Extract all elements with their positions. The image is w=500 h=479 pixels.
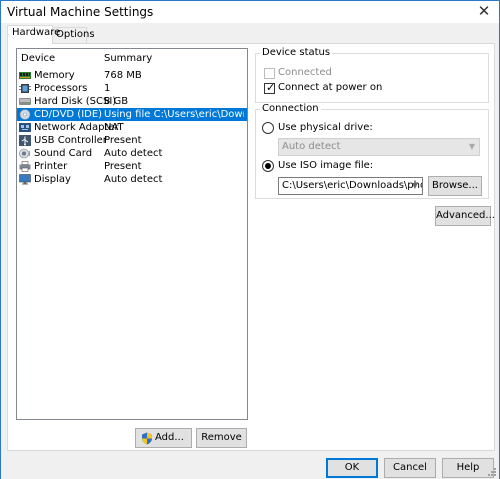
device-name: Memory bbox=[34, 70, 75, 81]
device-name: USB Controller bbox=[34, 135, 107, 146]
processor-icon bbox=[19, 84, 31, 93]
device-status-title: Device status bbox=[260, 47, 333, 58]
device-summary: Present bbox=[104, 135, 142, 146]
connected-label: Connected bbox=[278, 67, 332, 78]
device-summary: Auto detect bbox=[104, 174, 163, 185]
use-iso-image-radio[interactable] bbox=[262, 160, 274, 172]
add-button[interactable]: Add... bbox=[135, 428, 192, 448]
device-list[interactable]: Device Summary Memory 768 MB Processors … bbox=[16, 48, 248, 420]
dialog-footer: OK Cancel Help bbox=[1, 451, 499, 479]
memory-icon bbox=[19, 72, 31, 79]
display-icon bbox=[19, 174, 31, 185]
network-adapter-icon bbox=[19, 123, 31, 132]
close-icon[interactable]: ✕ bbox=[469, 1, 499, 23]
advanced-button[interactable]: Advanced... bbox=[435, 206, 495, 226]
device-name: Printer bbox=[34, 161, 68, 172]
checkmark-icon: ✓ bbox=[266, 81, 276, 94]
chevron-down-icon: ▼ bbox=[468, 142, 475, 151]
tab-hardware[interactable]: Hardware bbox=[7, 25, 60, 44]
device-name: Display bbox=[34, 174, 71, 185]
hardware-panel: Device Summary Memory 768 MB Processors … bbox=[7, 43, 495, 451]
device-row-processors[interactable]: Processors 1 bbox=[17, 82, 247, 95]
hard-disk-icon bbox=[19, 98, 31, 105]
device-column-header[interactable]: Device bbox=[21, 53, 55, 64]
use-iso-image-label: Use ISO image file: bbox=[278, 160, 374, 171]
device-row-printer[interactable]: Printer Present bbox=[17, 160, 247, 173]
summary-column-header[interactable]: Summary bbox=[104, 53, 152, 64]
connect-at-power-on-checkbox[interactable]: ✓ bbox=[264, 81, 276, 94]
connect-at-power-on-label: Connect at power on bbox=[278, 82, 383, 93]
connected-checkbox[interactable] bbox=[264, 68, 275, 79]
device-summary: NAT bbox=[104, 122, 124, 133]
cd-dvd-icon bbox=[19, 109, 31, 120]
device-summary: Present bbox=[104, 161, 142, 172]
connection-title: Connection bbox=[260, 103, 321, 114]
window-title: Virtual Machine Settings bbox=[7, 5, 154, 19]
radio-selected-dot bbox=[265, 163, 271, 169]
printer-icon bbox=[19, 161, 31, 172]
device-summary: Using file C:\Users\eric\Downloads\p... bbox=[104, 109, 244, 120]
iso-path-combo[interactable]: C:\Users\eric\Downloads\photon-2. ▼ bbox=[278, 177, 423, 195]
title-bar[interactable]: Virtual Machine Settings ✕ bbox=[1, 1, 499, 23]
resize-grip-icon[interactable] bbox=[487, 467, 497, 477]
device-row-display[interactable]: Display Auto detect bbox=[17, 173, 247, 186]
device-list-header: Device Summary bbox=[17, 49, 247, 67]
ok-button[interactable]: OK bbox=[326, 458, 378, 478]
device-row-sound-card[interactable]: Sound Card Auto detect bbox=[17, 147, 247, 160]
device-summary: Auto detect bbox=[104, 148, 163, 159]
shield-icon bbox=[142, 432, 152, 445]
device-summary: 1 bbox=[104, 83, 111, 94]
iso-path-value: C:\Users\eric\Downloads\photon-2. bbox=[282, 180, 422, 191]
device-row-network-adapter[interactable]: Network Adapter NAT bbox=[17, 121, 247, 134]
remove-button[interactable]: Remove bbox=[196, 428, 247, 448]
device-name: Sound Card bbox=[34, 148, 93, 159]
chevron-down-icon: ▼ bbox=[411, 181, 418, 190]
vm-settings-window: Virtual Machine Settings ✕ Hardware Opti… bbox=[0, 0, 500, 479]
device-name: Processors bbox=[34, 83, 88, 94]
use-physical-drive-label: Use physical drive: bbox=[278, 122, 373, 133]
sound-card-icon bbox=[19, 148, 31, 159]
device-row-memory[interactable]: Memory 768 MB bbox=[17, 69, 247, 82]
device-summary: 8 GB bbox=[104, 96, 129, 107]
device-row-cd-dvd[interactable]: CD/DVD (IDE) Using file C:\Users\eric\Do… bbox=[17, 108, 247, 121]
device-summary: 768 MB bbox=[104, 70, 142, 81]
device-name: CD/DVD (IDE) bbox=[34, 109, 103, 120]
connection-group: Connection Use physical drive: Auto dete… bbox=[255, 103, 489, 199]
device-row-hard-disk[interactable]: Hard Disk (SCSI) 8 GB bbox=[17, 95, 247, 108]
use-physical-drive-radio[interactable] bbox=[262, 122, 274, 134]
cancel-button[interactable]: Cancel bbox=[384, 458, 436, 478]
add-button-label: Add... bbox=[155, 432, 184, 443]
usb-controller-icon bbox=[19, 135, 31, 146]
device-status-group: Device status Connected ✓ Connect at pow… bbox=[255, 47, 489, 103]
browse-button[interactable]: Browse... bbox=[428, 176, 482, 196]
physical-drive-select[interactable]: Auto detect ▼ bbox=[278, 138, 480, 156]
device-row-usb-controller[interactable]: USB Controller Present bbox=[17, 134, 247, 147]
physical-drive-value: Auto detect bbox=[282, 141, 341, 152]
